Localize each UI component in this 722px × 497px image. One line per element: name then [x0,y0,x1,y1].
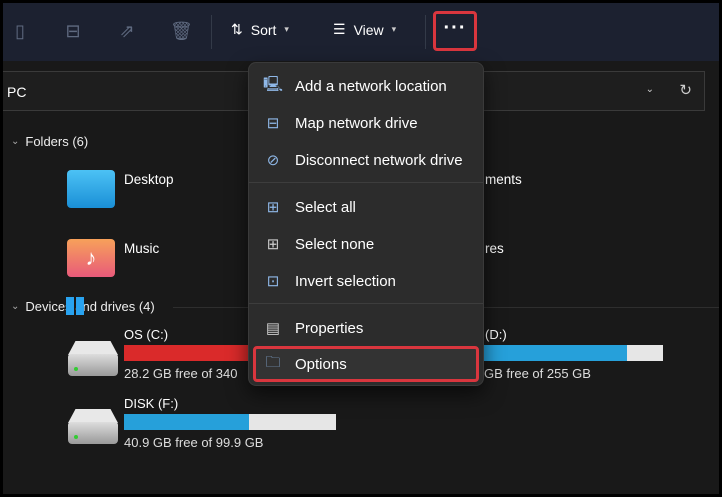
hard-drive-icon [68,422,118,444]
chevron-down-icon: ▾ [284,24,289,34]
network-location-icon: 🖳 [263,75,284,93]
disconnect-drive-icon: ⊘ [266,152,280,169]
folders-section-header[interactable]: ⌄ Folders (6) [11,134,88,149]
capacity-bar [124,414,336,430]
windows-logo-icon [66,297,84,315]
sort-icon: ⇅ [231,21,243,37]
chevron-down-icon[interactable]: ⌄ [646,84,654,95]
view-icon: ☰ [333,21,346,37]
menu-item-select-all[interactable]: ⊞ Select all [253,190,479,224]
select-none-icon: ⊞ [266,236,280,253]
sort-button[interactable]: ⇅ Sort ▾ [231,21,289,38]
hard-drive-icon [68,354,118,376]
map-drive-icon: ⊟ [266,115,280,132]
capacity-fill [124,414,250,430]
more-options-button[interactable]: ··· [433,11,477,51]
chevron-down-icon: ▾ [391,24,397,34]
music-folder-icon: ♪ [67,239,115,277]
divider [425,15,426,49]
invert-selection-icon: ⊡ [266,273,280,290]
menu-item-select-none[interactable]: ⊞ Select none [253,227,479,261]
paste-icon[interactable]: ▯ [9,21,31,43]
toolbar: ▯ ⊟ ⇗ 🗑 ⇅ Sort ▾ ☰ View ▾ ··· [3,3,719,61]
menu-item-options[interactable]: 🗀 Options [253,346,479,382]
menu-item-disconnect-network-drive[interactable]: ⊘ Disconnect network drive [253,143,479,177]
menu-item-invert-selection[interactable]: ⊡ Invert selection [253,264,479,298]
share-icon[interactable]: ⇗ [116,21,138,43]
delete-icon[interactable]: 🗑 [170,21,193,43]
view-button[interactable]: ☰ View ▾ [333,21,396,38]
file-explorer-window: ▯ ⊟ ⇗ 🗑 ⇅ Sort ▾ ☰ View ▾ ··· PC ⌄ ↻ ⌄ Folder… [3,3,719,494]
menu-item-properties[interactable]: ▤ Properties [253,311,479,345]
select-all-icon: ⊞ [266,199,280,216]
more-options-menu: 🖳 Add a network location ⊟ Map network dri… [248,62,484,386]
rename-icon[interactable]: ⊟ [62,21,84,43]
properties-icon: ▤ [265,320,281,337]
divider [211,15,212,49]
desktop-folder-icon [67,170,115,208]
options-icon: 🗀 [265,353,281,371]
menu-item-map-network-drive[interactable]: ⊟ Map network drive [253,106,479,140]
refresh-icon[interactable]: ↻ [679,81,692,99]
menu-item-add-network-location[interactable]: 🖳 Add a network location [253,69,479,103]
